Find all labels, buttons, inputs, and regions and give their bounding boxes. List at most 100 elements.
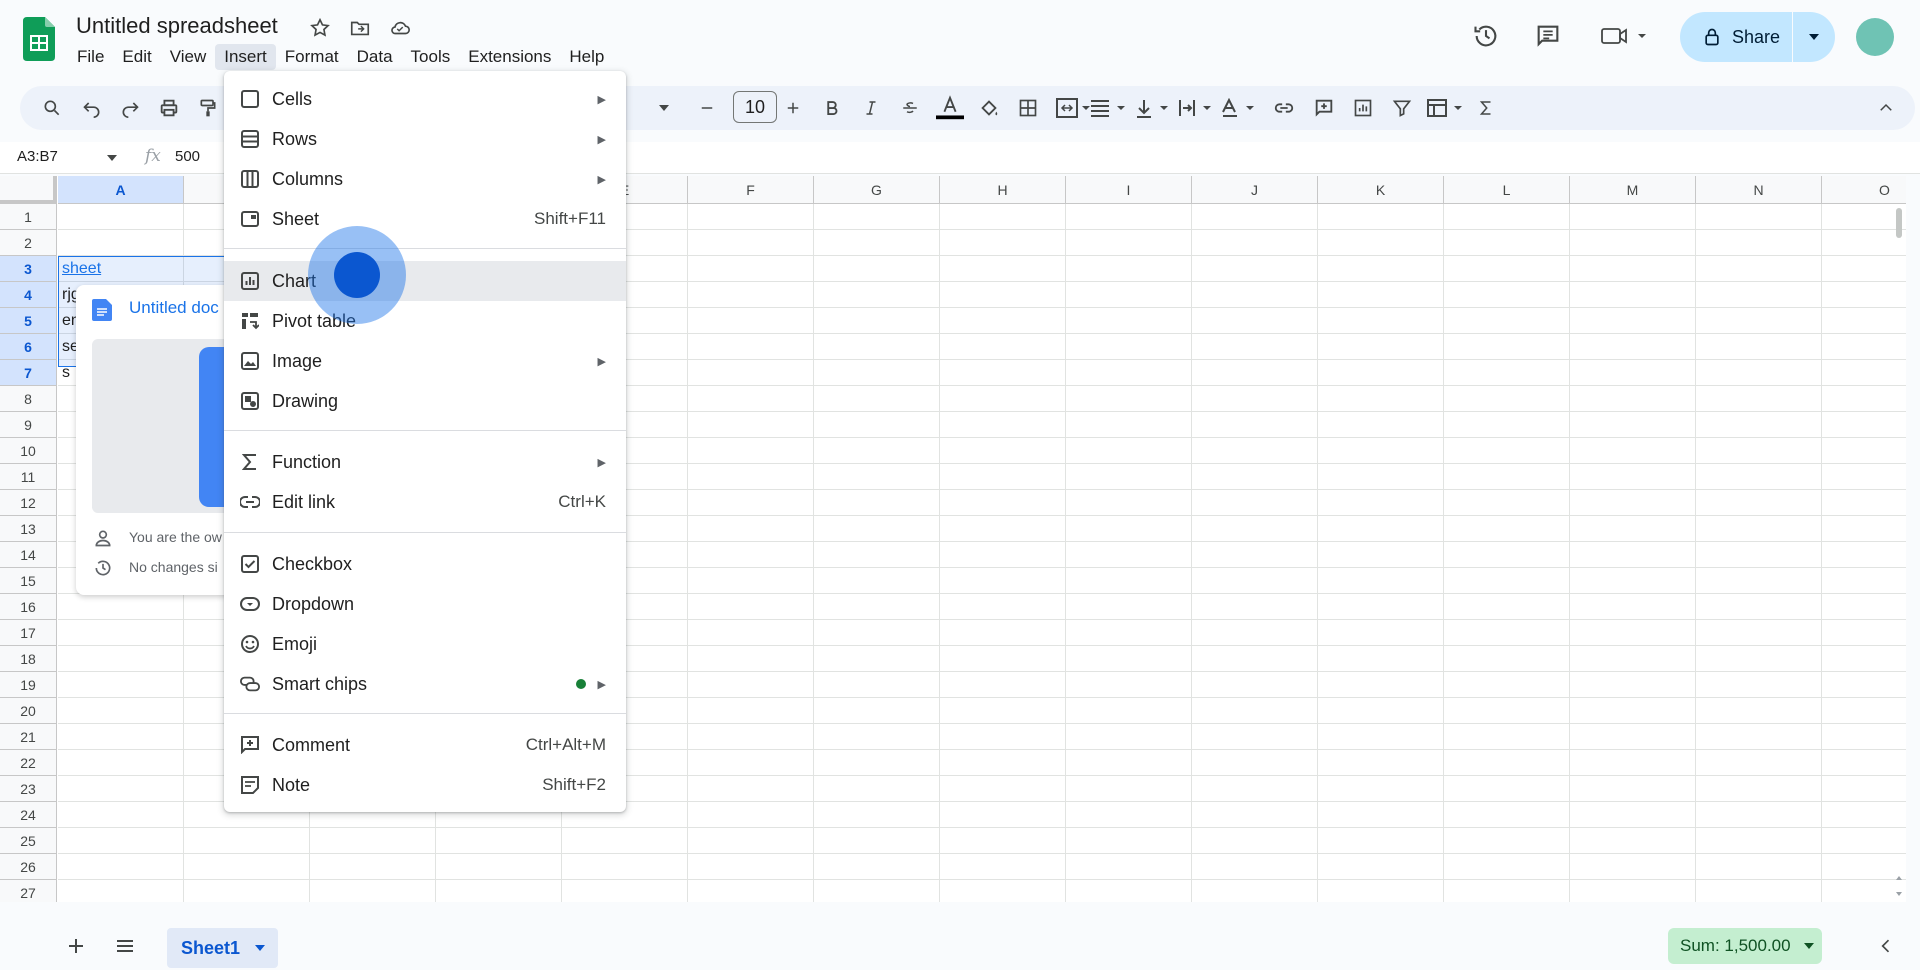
- row-header-7[interactable]: 7: [0, 360, 57, 386]
- meet-icon[interactable]: [1596, 18, 1656, 54]
- row-header-10[interactable]: 10: [0, 438, 57, 464]
- name-box-caret-icon[interactable]: [106, 154, 118, 162]
- column-header-h[interactable]: H: [940, 176, 1066, 204]
- strikethrough-icon[interactable]: [896, 94, 924, 122]
- row-header-8[interactable]: 8: [0, 386, 57, 412]
- menu-item-emoji[interactable]: Emoji: [224, 624, 626, 664]
- print-icon[interactable]: [155, 94, 183, 122]
- search-menus-icon[interactable]: [38, 94, 66, 122]
- borders-icon[interactable]: [1014, 94, 1042, 122]
- collapse-toolbar-icon[interactable]: [1872, 94, 1900, 122]
- filter-icon[interactable]: [1388, 94, 1416, 122]
- all-sheets-icon[interactable]: [113, 934, 137, 958]
- column-header-f[interactable]: F: [688, 176, 814, 204]
- menu-extensions[interactable]: Extensions: [459, 44, 560, 70]
- menu-item-chart[interactable]: Chart: [224, 261, 626, 301]
- text-color-icon[interactable]: [936, 94, 964, 122]
- insert-link-icon[interactable]: [1270, 94, 1298, 122]
- formula-input[interactable]: 500: [175, 148, 200, 165]
- menu-data[interactable]: Data: [348, 44, 402, 70]
- row-header-23[interactable]: 23: [0, 776, 57, 802]
- share-button[interactable]: Share: [1680, 12, 1792, 62]
- redo-icon[interactable]: [116, 94, 144, 122]
- insert-chart-icon[interactable]: [1349, 94, 1377, 122]
- horizontal-align-icon[interactable]: [1087, 94, 1131, 122]
- row-header-11[interactable]: 11: [0, 464, 57, 490]
- row-header-18[interactable]: 18: [0, 646, 57, 672]
- decrease-font-size-icon[interactable]: [693, 94, 721, 122]
- column-header-g[interactable]: G: [814, 176, 940, 204]
- functions-icon[interactable]: [1472, 94, 1500, 122]
- name-box[interactable]: A3:B7: [17, 148, 58, 165]
- text-rotation-icon[interactable]: [1218, 94, 1262, 122]
- sheets-logo-icon[interactable]: [23, 17, 55, 61]
- column-header-k[interactable]: K: [1318, 176, 1444, 204]
- cell-a7[interactable]: s: [62, 364, 70, 382]
- text-wrapping-icon[interactable]: [1175, 94, 1219, 122]
- row-header-14[interactable]: 14: [0, 542, 57, 568]
- menu-insert[interactable]: Insert: [215, 44, 276, 70]
- menu-item-pivot-table[interactable]: Pivot table: [224, 301, 626, 341]
- menu-item-edit-link[interactable]: Edit link Ctrl+K: [224, 482, 626, 522]
- menu-help[interactable]: Help: [560, 44, 613, 70]
- filter-views-icon[interactable]: [1424, 94, 1468, 122]
- row-header-17[interactable]: 17: [0, 620, 57, 646]
- row-header-16[interactable]: 16: [0, 594, 57, 620]
- column-header-a[interactable]: A: [58, 176, 184, 204]
- column-header-i[interactable]: I: [1066, 176, 1192, 204]
- cell-a3[interactable]: sheet: [62, 260, 101, 278]
- menu-item-function[interactable]: Function ▶: [224, 442, 626, 482]
- menu-file[interactable]: File: [68, 44, 113, 70]
- row-header-15[interactable]: 15: [0, 568, 57, 594]
- sheet-tab-sheet1[interactable]: Sheet1: [167, 928, 278, 968]
- menu-tools[interactable]: Tools: [402, 44, 460, 70]
- row-header-9[interactable]: 9: [0, 412, 57, 438]
- menu-item-dropdown[interactable]: Dropdown: [224, 584, 626, 624]
- row-header-27[interactable]: 27: [0, 880, 57, 902]
- menu-item-checkbox[interactable]: Checkbox: [224, 544, 626, 584]
- paint-format-icon[interactable]: [194, 94, 222, 122]
- cloud-saved-icon[interactable]: [388, 16, 412, 40]
- column-header-j[interactable]: J: [1192, 176, 1318, 204]
- row-header-20[interactable]: 20: [0, 698, 57, 724]
- account-avatar[interactable]: [1856, 18, 1894, 56]
- column-header-m[interactable]: M: [1570, 176, 1696, 204]
- menu-item-sheet[interactable]: Sheet Shift+F11: [224, 199, 626, 239]
- row-header-2[interactable]: 2: [0, 230, 57, 256]
- document-title[interactable]: Untitled spreadsheet: [76, 13, 278, 39]
- comments-icon[interactable]: [1530, 18, 1566, 54]
- row-header-25[interactable]: 25: [0, 828, 57, 854]
- version-history-icon[interactable]: [1468, 18, 1504, 54]
- font-caret-icon[interactable]: [650, 94, 678, 122]
- italic-icon[interactable]: [857, 94, 885, 122]
- menu-item-comment[interactable]: Comment Ctrl+Alt+M: [224, 725, 626, 765]
- row-header-5[interactable]: 5: [0, 308, 57, 334]
- vertical-align-icon[interactable]: [1132, 94, 1176, 122]
- menu-item-image[interactable]: Image ▶: [224, 341, 626, 381]
- menu-item-rows[interactable]: Rows ▶: [224, 119, 626, 159]
- add-sheet-icon[interactable]: [64, 934, 88, 958]
- sum-explore-box[interactable]: Sum: 1,500.00: [1668, 928, 1822, 964]
- menu-item-smart-chips[interactable]: Smart chips ▶: [224, 664, 626, 704]
- row-header-4[interactable]: 4: [0, 282, 57, 308]
- increase-font-size-icon[interactable]: [779, 94, 807, 122]
- row-header-1[interactable]: 1: [0, 204, 57, 230]
- share-dropdown-button[interactable]: [1793, 12, 1835, 62]
- fill-color-icon[interactable]: [975, 94, 1003, 122]
- move-folder-icon[interactable]: [348, 16, 372, 40]
- row-header-6[interactable]: 6: [0, 334, 57, 360]
- doc-card-title[interactable]: Untitled doc: [129, 298, 219, 318]
- row-header-21[interactable]: 21: [0, 724, 57, 750]
- menu-format[interactable]: Format: [276, 44, 348, 70]
- menu-edit[interactable]: Edit: [113, 44, 160, 70]
- undo-icon[interactable]: [78, 94, 106, 122]
- sheet-tab-caret-icon[interactable]: [254, 944, 266, 952]
- insert-comment-icon[interactable]: [1310, 94, 1338, 122]
- menu-item-drawing[interactable]: Drawing: [224, 381, 626, 421]
- star-icon[interactable]: [308, 16, 332, 40]
- select-all-corner[interactable]: [0, 176, 57, 204]
- column-header-n[interactable]: N: [1696, 176, 1822, 204]
- row-header-26[interactable]: 26: [0, 854, 57, 880]
- menu-item-note[interactable]: Note Shift+F2: [224, 765, 626, 805]
- menu-item-cells[interactable]: Cells ▶: [224, 79, 626, 119]
